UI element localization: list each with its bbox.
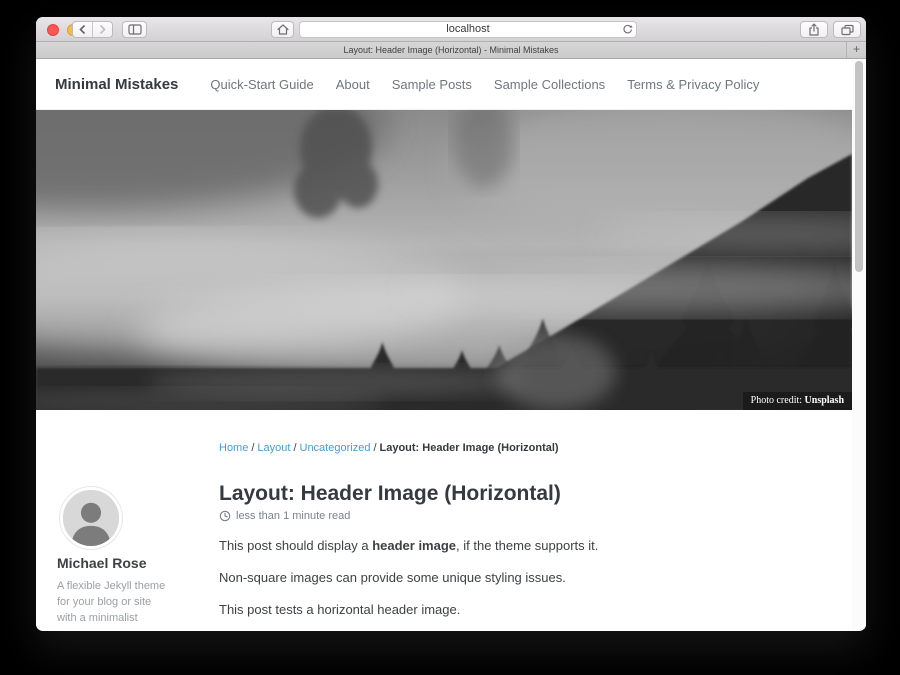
scrollbar-thumb[interactable] [855,61,863,272]
active-tab[interactable]: Layout: Header Image (Horizontal) - Mini… [36,42,866,58]
breadcrumb-separator: / [293,442,296,454]
page-title: Layout: Header Image (Horizontal) [219,482,845,506]
share-icon [808,23,820,36]
foggy-forest-image [36,110,852,410]
person-silhouette-icon [63,490,119,546]
breadcrumb-separator: / [251,442,254,454]
paragraph-text: This post should display a [219,538,372,553]
plus-icon: + [853,42,860,56]
breadcrumb: Home/Layout/Uncategorized/Layout: Header… [219,442,845,454]
paragraph: This post should display a header image,… [219,537,845,554]
photo-credit: Photo credit: Unsplash [743,392,852,410]
post-body: This post should display a header image,… [219,537,845,618]
article-area: Home/Layout/Uncategorized/Layout: Header… [36,410,866,618]
breadcrumb-current: Layout: Header Image (Horizontal) [380,442,559,454]
paragraph-text: , if the theme supports it. [456,538,598,553]
photo-credit-link[interactable]: Unsplash [805,395,844,406]
paragraph: This post tests a horizontal header imag… [219,601,845,618]
reload-button[interactable] [622,24,633,40]
chevron-left-icon [78,24,87,35]
header-image: Photo credit: Unsplash [36,110,852,410]
forward-button[interactable] [93,22,113,37]
site-title-link[interactable]: Minimal Mistakes [55,76,178,93]
back-button[interactable] [73,22,93,37]
new-tab-button[interactable]: + [846,42,866,58]
nav-item-about[interactable]: About [336,77,370,92]
photo-credit-text: Photo credit: [751,395,805,406]
tabs-icon [841,24,854,36]
scrollbar-track[interactable] [852,59,866,629]
sidebar-icon [128,24,142,35]
close-window-button[interactable] [47,24,59,36]
breadcrumb-home[interactable]: Home [219,442,248,454]
history-nav-group [72,21,113,38]
home-button[interactable] [271,21,294,38]
browser-titlebar: localhost [36,17,866,42]
share-button[interactable] [800,21,828,38]
nav-item-quick-start-guide[interactable]: Quick-Start Guide [210,77,313,92]
author-name: Michael Rose [57,555,195,571]
chevron-right-icon [98,24,107,35]
post-meta: less than 1 minute read [219,510,845,522]
browser-window: localhost Layout: Header [36,17,866,631]
nav-item-terms-privacy-policy[interactable]: Terms & Privacy Policy [627,77,759,92]
nav-item-sample-posts[interactable]: Sample Posts [392,77,472,92]
page-content: Minimal Mistakes Quick-Start Guide About… [36,59,866,629]
url-field[interactable]: localhost [299,21,637,38]
author-bio: A flexible Jekyll theme for your blog or… [57,578,171,629]
url-text: localhost [446,23,489,35]
breadcrumb-separator: / [373,442,376,454]
home-icon [277,24,289,35]
sidebar-toggle-button[interactable] [122,21,147,38]
read-time: less than 1 minute read [236,510,350,522]
masthead: Minimal Mistakes Quick-Start Guide About… [36,59,866,110]
masthead-nav: Quick-Start Guide About Sample Posts Sam… [210,77,759,92]
avatar [60,487,122,549]
paragraph-bold-text: header image [372,538,456,553]
breadcrumb-uncategorized[interactable]: Uncategorized [300,442,371,454]
tab-bar: Layout: Header Image (Horizontal) - Mini… [36,42,866,59]
nav-item-sample-collections[interactable]: Sample Collections [494,77,605,92]
tab-overview-button[interactable] [833,21,861,38]
author-profile: Michael Rose A flexible Jekyll theme for… [57,487,195,629]
clock-icon [219,510,231,522]
tab-title: Layout: Header Image (Horizontal) - Mini… [343,45,558,55]
paragraph: Non-square images can provide some uniqu… [219,569,845,586]
breadcrumb-layout[interactable]: Layout [257,442,290,454]
reload-icon [622,24,633,35]
